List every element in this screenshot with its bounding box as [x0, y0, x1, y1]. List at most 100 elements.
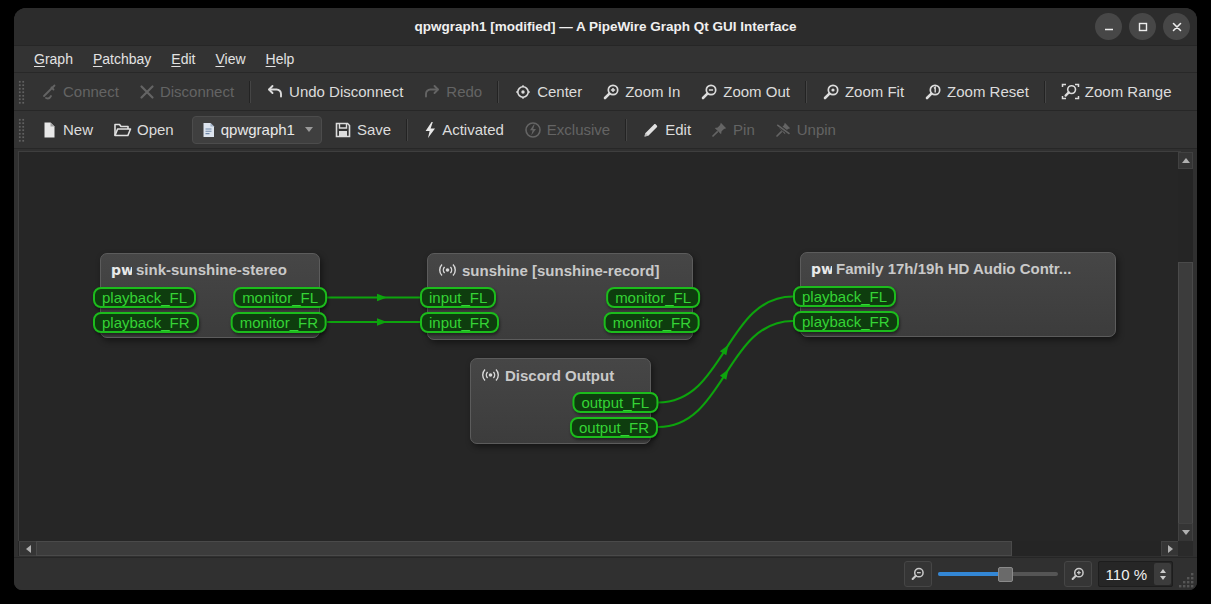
toolbar-separator — [625, 119, 627, 141]
redo-button[interactable]: Redo — [413, 73, 492, 110]
save-button[interactable]: Save — [330, 111, 401, 148]
save-icon — [334, 121, 352, 139]
port-out-monitor_FR[interactable]: monitor_FR — [231, 312, 327, 333]
vertical-scrollbar[interactable] — [1178, 152, 1193, 541]
zoom-out-button[interactable]: Zoom Out — [690, 73, 800, 110]
scrollbar-corner — [1178, 541, 1193, 556]
zoom-range-button[interactable]: Zoom Range — [1051, 73, 1182, 110]
menu-graph[interactable]: Graph — [24, 46, 83, 72]
disconnect-icon — [139, 84, 155, 100]
dropdown-caret-icon — [305, 127, 313, 132]
patchbay-file-dropdown[interactable]: qpwgraph1 — [192, 116, 322, 144]
arrow-up-icon — [1182, 158, 1190, 163]
canvas[interactable]: pwsink-sunshine-stereoplayback_FLplaybac… — [18, 151, 1181, 544]
spin-down-icon[interactable] — [1160, 576, 1166, 580]
scroll-right-button[interactable] — [1161, 541, 1179, 556]
scroll-down-button[interactable] — [1178, 523, 1193, 542]
zoom-value: 110 % — [1099, 566, 1154, 583]
arrow-down-icon — [1182, 530, 1190, 535]
port-in-input_FR[interactable]: input_FR — [420, 312, 499, 333]
statusbar: 110 % — [14, 557, 1197, 590]
graph-toolbar: Connect Disconnect Undo Disconnect Redo … — [14, 73, 1197, 111]
zoom-slider[interactable] — [938, 562, 1058, 586]
zoom-out-icon — [700, 83, 718, 101]
pipewire-icon: pw — [810, 261, 832, 277]
menubar: Graph Patchbay Edit View Help — [14, 46, 1197, 73]
wire-arrow — [377, 294, 387, 302]
port-out-monitor_FR[interactable]: monitor_FR — [604, 312, 700, 333]
audio-source-icon — [437, 261, 458, 279]
wire-arrow — [720, 345, 729, 355]
disconnect-button[interactable]: Disconnect — [129, 73, 244, 110]
port-out-monitor_FL[interactable]: monitor_FL — [606, 287, 700, 308]
pin-button[interactable]: Pin — [701, 111, 765, 148]
center-icon — [514, 83, 532, 101]
scroll-up-button[interactable] — [1178, 152, 1193, 169]
statusbar-zoom-in-button[interactable] — [1064, 561, 1092, 587]
horizontal-scroll-thumb[interactable] — [36, 541, 1012, 556]
toolbar-separator — [406, 119, 408, 141]
close-button[interactable] — [1163, 13, 1190, 40]
arrow-right-icon — [1168, 545, 1173, 553]
zoom-reset-button[interactable]: Zoom Reset — [914, 73, 1039, 110]
node-title: sunshine [sunshine-record] — [462, 262, 660, 279]
resize-grip[interactable] — [1175, 569, 1195, 589]
statusbar-zoom-out-button[interactable] — [904, 561, 932, 587]
menu-edit[interactable]: Edit — [161, 46, 205, 72]
port-in-playback_FR[interactable]: playback_FR — [93, 312, 199, 333]
zoom-out-icon — [910, 566, 926, 582]
unpin-icon — [775, 121, 792, 138]
open-button[interactable]: Open — [103, 111, 184, 148]
menu-view[interactable]: View — [205, 46, 255, 72]
activated-button[interactable]: Activated — [413, 111, 514, 148]
connect-button[interactable]: Connect — [30, 73, 129, 110]
zoom-in-button[interactable]: Zoom In — [592, 73, 690, 110]
toolbar-grip[interactable] — [18, 80, 25, 104]
port-out-output_FR[interactable]: output_FR — [570, 417, 658, 438]
activated-icon — [423, 121, 437, 139]
spin-buttons[interactable] — [1154, 563, 1171, 585]
wire-arrow — [377, 318, 387, 326]
scroll-left-button[interactable] — [19, 541, 37, 556]
port-in-playback_FL[interactable]: playback_FL — [93, 287, 196, 308]
unpin-button[interactable]: Unpin — [765, 111, 846, 148]
port-out-output_FL[interactable]: output_FL — [572, 392, 658, 413]
toolbar-separator — [249, 81, 251, 103]
center-button[interactable]: Center — [504, 73, 592, 110]
menu-help[interactable]: Help — [256, 46, 305, 72]
zoom-fit-button[interactable]: Zoom Fit — [812, 73, 914, 110]
undo-icon — [266, 83, 284, 101]
svg-text:pw: pw — [111, 262, 132, 278]
spin-up-icon[interactable] — [1160, 569, 1166, 573]
titlebar[interactable]: qpwgraph1 [modified] — A PipeWire Graph … — [14, 8, 1197, 46]
edit-button[interactable]: Edit — [632, 111, 701, 148]
minimize-button[interactable] — [1095, 13, 1122, 40]
slider-handle[interactable] — [998, 567, 1013, 582]
toolbar-separator — [1044, 81, 1046, 103]
port-out-monitor_FL[interactable]: monitor_FL — [233, 287, 327, 308]
pin-icon — [711, 121, 728, 138]
horizontal-scrollbar[interactable] — [18, 541, 1178, 556]
menu-patchbay[interactable]: Patchbay — [83, 46, 161, 72]
maximize-button[interactable] — [1129, 13, 1156, 40]
zoom-fit-icon — [822, 83, 840, 101]
vertical-scroll-thumb[interactable] — [1178, 262, 1193, 524]
pipewire-icon: pw — [110, 262, 132, 278]
toolbar-grip[interactable] — [18, 118, 25, 142]
toolbar-separator — [805, 81, 807, 103]
port-in-input_FL[interactable]: input_FL — [420, 287, 496, 308]
slider-fill — [938, 572, 1002, 576]
connections-layer — [19, 152, 1178, 541]
zoom-in-icon — [602, 83, 620, 101]
zoom-spinbox[interactable]: 110 % — [1098, 561, 1173, 587]
open-folder-icon — [113, 121, 132, 139]
wire-arrow — [720, 369, 729, 379]
edit-pencil-icon — [642, 121, 660, 139]
zoom-in-icon — [1070, 566, 1086, 582]
exclusive-button[interactable]: Exclusive — [514, 111, 620, 148]
port-in-playback_FR[interactable]: playback_FR — [793, 311, 899, 332]
port-in-playback_FL[interactable]: playback_FL — [793, 286, 896, 307]
undo-disconnect-button[interactable]: Undo Disconnect — [256, 73, 413, 110]
patchbay-toolbar: New Open qpwgraph1 Save Activated Exclus… — [14, 111, 1197, 149]
new-button[interactable]: New — [30, 111, 103, 148]
